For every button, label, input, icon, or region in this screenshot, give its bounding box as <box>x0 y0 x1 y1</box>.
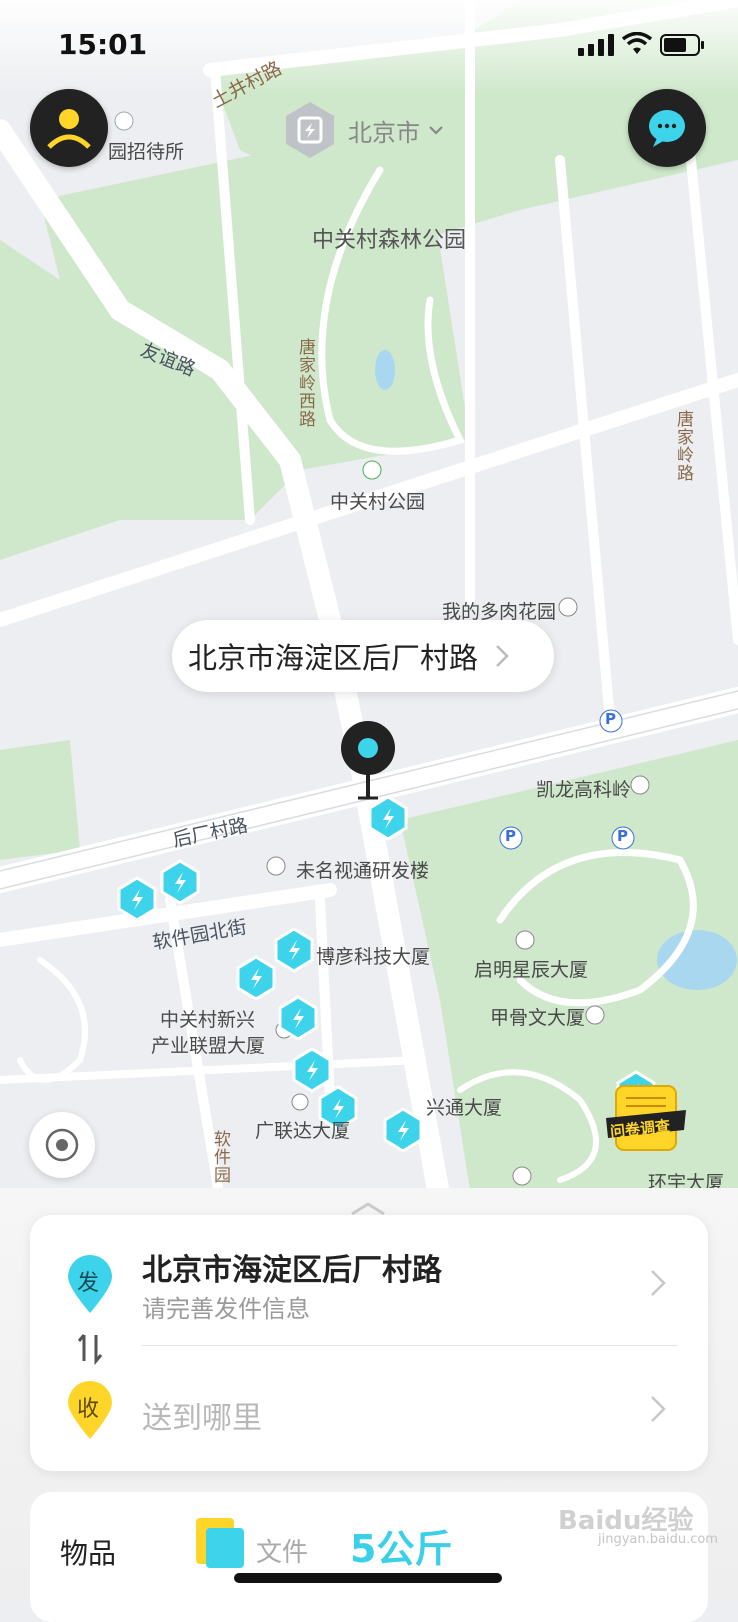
survey-badge[interactable]: 问卷调查 <box>606 1082 688 1160</box>
map-label-poi: 兴通大厦 <box>426 1097 503 1119</box>
receiver-placeholder: 送到哪里 <box>142 1401 262 1436</box>
app-logo-icon <box>286 102 334 158</box>
map-label-poi: 产业联盟大厦 <box>151 1035 266 1057</box>
city-name: 北京市 <box>348 118 420 147</box>
receiver-row[interactable] <box>30 1355 708 1471</box>
city-selector[interactable]: 北京市 <box>282 100 446 160</box>
goods-type: 文件 <box>256 1538 309 1568</box>
chat-bubble-icon <box>649 110 685 147</box>
pickup-address-text: 北京市海淀区后厂村路 <box>188 641 479 675</box>
map-label-poi: 甲骨文大厦 <box>490 1007 586 1029</box>
locate-me-button[interactable] <box>29 1112 95 1178</box>
receiver-badge: 收 <box>77 1397 100 1422</box>
pickup-address-bubble[interactable]: 北京市海淀区后厂村路 <box>172 620 554 692</box>
divider <box>142 1345 678 1346</box>
order-card: 发 北京市海淀区后厂村路 请完善发件信息 收 送到哪里 <box>30 1215 708 1471</box>
target-icon <box>45 1128 79 1162</box>
status-bar: 15:01 <box>0 0 738 90</box>
map-label-poi: 未名视通研发楼 <box>296 860 430 882</box>
sender-subtitle: 请完善发件信息 <box>142 1295 310 1323</box>
map-label-poi: 中关村新兴 <box>160 1009 256 1031</box>
wifi-icon <box>622 32 652 54</box>
map-label-poi: 园招待所 <box>108 141 185 163</box>
parking-label: P <box>605 710 616 728</box>
goods-label: 物品 <box>60 1537 117 1570</box>
goods-weight: 5公斤 <box>350 1527 453 1571</box>
map-label-poi: 广联达大厦 <box>255 1120 351 1142</box>
battery-icon <box>660 34 704 56</box>
status-time: 15:01 <box>58 28 148 61</box>
map-label-poi: 启明星辰大厦 <box>474 959 589 981</box>
sender-address: 北京市海淀区后厂村路 <box>142 1253 442 1288</box>
message-button[interactable] <box>628 89 706 167</box>
sender-badge: 发 <box>77 1271 100 1296</box>
map-label-poi: 博彦科技大厦 <box>316 946 431 968</box>
map-label-road: 唐家岭西路 <box>295 338 315 428</box>
map-label-poi: 凯龙高科岭 <box>536 779 632 801</box>
parking-label: P <box>505 827 516 845</box>
parking-label: P <box>617 827 628 845</box>
map-label-road: 唐家岭路 <box>673 410 693 482</box>
map-label-road: 软件园 <box>210 1130 230 1184</box>
chevron-right-icon <box>651 1396 666 1422</box>
profile-button[interactable] <box>30 89 108 167</box>
chevron-right-icon <box>496 645 509 667</box>
chevron-down-icon <box>429 126 443 135</box>
chevron-right-icon <box>651 1270 666 1296</box>
user-icon <box>47 109 91 149</box>
map-label-park: 中关村森林公园 <box>312 228 467 253</box>
signal-icon <box>578 34 614 56</box>
document-icon <box>196 1518 244 1568</box>
watermark-sub: jingyan.baidu.com <box>598 1532 718 1547</box>
map-label-park: 中关村公园 <box>330 491 426 513</box>
home-indicator[interactable] <box>234 1573 502 1583</box>
park-area <box>0 740 80 860</box>
